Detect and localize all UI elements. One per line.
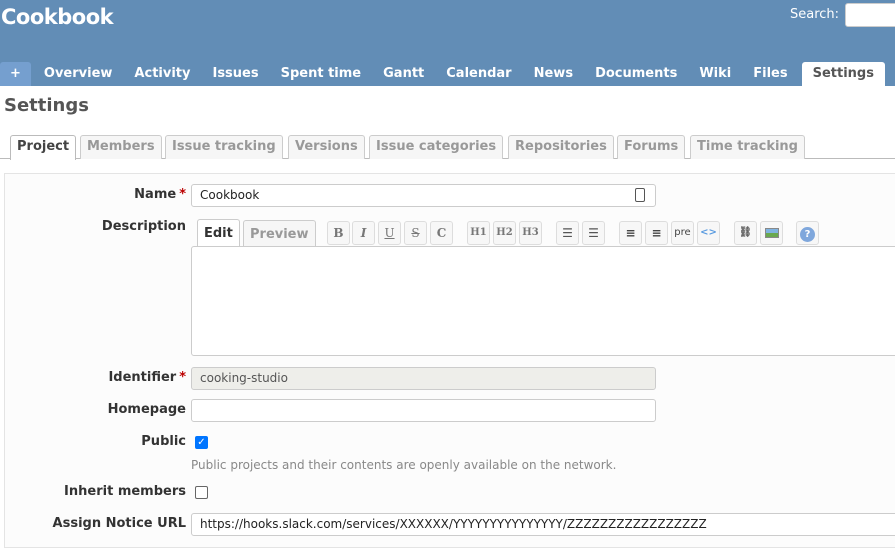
tab-issue-categories[interactable]: Issue categories <box>369 135 504 159</box>
link-icon[interactable]: ⛓ <box>734 221 757 245</box>
menu-files[interactable]: Files <box>742 62 798 86</box>
tab-project[interactable]: Project <box>10 135 77 160</box>
description-label: Description <box>101 219 186 234</box>
preview-tab[interactable]: Preview <box>243 220 316 246</box>
outdent-icon[interactable]: ≡ <box>645 221 668 245</box>
strikethrough-button[interactable]: S <box>404 221 427 245</box>
menu-settings[interactable]: Settings <box>801 62 885 86</box>
edit-tab[interactable]: Edit <box>197 219 240 247</box>
tab-versions[interactable]: Versions <box>288 135 365 159</box>
identifier-label: Identifier * <box>108 370 186 385</box>
menu-issues[interactable]: Issues <box>201 62 269 86</box>
menu-documents[interactable]: Documents <box>584 62 688 86</box>
homepage-label: Homepage <box>107 402 186 417</box>
public-label: Public <box>141 434 186 449</box>
tab-time-tracking[interactable]: Time tracking <box>690 135 805 159</box>
project-title[interactable]: Cookbook <box>1 5 114 29</box>
name-input[interactable]: Cookbook <box>191 184 656 207</box>
header: Cookbook Search: + Overview Activity Iss… <box>0 0 895 86</box>
bold-button[interactable]: B <box>327 221 350 245</box>
heading3-button[interactable]: H3 <box>519 221 542 245</box>
public-checkbox[interactable]: ✓ <box>195 436 208 449</box>
contact-card-icon <box>635 188 645 202</box>
ordered-list-icon[interactable]: ☰ <box>582 221 605 245</box>
required-mark: * <box>179 370 186 385</box>
menu-overview[interactable]: Overview <box>33 62 124 86</box>
inherit-members-checkbox[interactable] <box>195 486 208 499</box>
pre-button[interactable]: pre <box>671 221 694 245</box>
identifier-label-text: Identifier <box>108 370 177 385</box>
main-menu: + Overview Activity Issues Spent time Ga… <box>0 62 885 86</box>
new-object-button[interactable]: + <box>0 62 31 86</box>
tab-members[interactable]: Members <box>80 135 162 159</box>
code-block-icon[interactable]: <> <box>697 221 720 245</box>
unordered-list-icon[interactable]: ☰ <box>556 221 579 245</box>
tab-forums[interactable]: Forums <box>617 135 686 159</box>
name-label-text: Name <box>134 187 177 202</box>
description-textarea[interactable] <box>191 246 895 356</box>
assign-notice-url-label: Assign Notice URL <box>52 516 186 531</box>
public-hint: Public projects and their contents are o… <box>191 458 617 472</box>
identifier-input: cooking-studio <box>191 367 656 390</box>
menu-wiki[interactable]: Wiki <box>688 62 742 86</box>
indent-icon[interactable]: ≡ <box>619 221 642 245</box>
settings-tabs: Project Members Issue tracking Versions … <box>0 135 895 160</box>
menu-activity[interactable]: Activity <box>123 62 201 86</box>
menu-calendar[interactable]: Calendar <box>435 62 522 86</box>
tab-issue-tracking[interactable]: Issue tracking <box>165 135 283 159</box>
assign-notice-url-input[interactable]: https://hooks.slack.com/services/XXXXXX/… <box>191 513 895 536</box>
menu-spent-time[interactable]: Spent time <box>270 62 373 86</box>
image-icon[interactable] <box>760 221 783 245</box>
menu-gantt[interactable]: Gantt <box>372 62 435 86</box>
name-label: Name * <box>134 187 186 202</box>
search-input[interactable] <box>845 3 895 27</box>
menu-news[interactable]: News <box>523 62 584 86</box>
homepage-input[interactable] <box>191 399 656 422</box>
inherit-members-label: Inherit members <box>64 484 186 499</box>
heading1-button[interactable]: H1 <box>467 221 490 245</box>
code-inline-button[interactable]: C <box>430 221 453 245</box>
help-icon[interactable]: ? <box>796 221 819 245</box>
tab-repositories[interactable]: Repositories <box>508 135 614 159</box>
heading2-button[interactable]: H2 <box>493 221 516 245</box>
underline-button[interactable]: U <box>378 221 401 245</box>
italic-button[interactable]: I <box>352 221 375 245</box>
name-value: Cookbook <box>200 188 260 202</box>
search-label: Search: <box>790 7 840 22</box>
page-title: Settings <box>4 95 89 116</box>
required-mark: * <box>179 187 186 202</box>
